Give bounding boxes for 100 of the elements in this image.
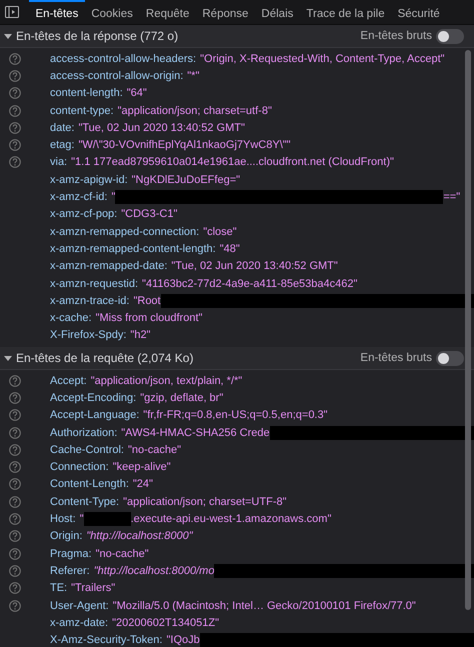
header-name: Connection:: [50, 461, 109, 474]
section-title: En-têtes de la réponse (772 o): [16, 29, 180, 43]
raw-headers-toggle[interactable]: [436, 28, 464, 44]
help-icon[interactable]: [9, 392, 21, 404]
help-icon[interactable]: [9, 87, 21, 100]
raw-headers-label: En-têtes bruts: [360, 352, 432, 364]
header-value: "gzip, deflate, br": [140, 392, 224, 404]
header-value: "48": [220, 242, 240, 255]
section-header[interactable]: En-têtes de la requête (2,074 Ko) En-têtes bruts: [0, 347, 474, 370]
header-name: x-amz-apigw-id:: [50, 174, 128, 186]
header-value: "http://localhost:8000/mo: [94, 564, 214, 577]
scrollbar[interactable]: [465, 50, 471, 610]
help-icon[interactable]: [9, 374, 21, 387]
header-value: "application/json, text/plain, */*": [90, 374, 242, 387]
help-icon[interactable]: [9, 564, 21, 577]
header-value: "*": [187, 70, 200, 82]
triangle-icon[interactable]: [4, 354, 12, 362]
header-name: x-amz-cf-id:: [50, 191, 108, 204]
header-value: "Miss from cloudfront": [96, 312, 202, 324]
help-icon[interactable]: [9, 104, 21, 117]
help-icon[interactable]: [9, 600, 21, 612]
header-name: etag:: [50, 139, 74, 152]
header-name: Cache-Control:: [50, 444, 124, 456]
header-value: "Root: [133, 294, 161, 307]
header-value: "41163bc2-77d2-4a9e-a411-85e53ba4c462": [142, 278, 358, 290]
tab[interactable]: Sécurité: [391, 0, 446, 24]
header-value: "Origin, X-Requested-With, Content-Type, Accept": [200, 52, 445, 65]
header-value: "Tue, 02 Jun 2020 13:40:52 GMT": [78, 122, 245, 134]
raw-headers-toggle[interactable]: [436, 350, 464, 366]
section-header[interactable]: En-têtes de la réponse (772 o) En-têtes bruts: [0, 25, 474, 48]
header-value: "1.1 177ead87959610a014e1961ae....cloudfront.net (CloudFront)": [71, 156, 394, 168]
tab[interactable]: Réponse: [196, 0, 255, 24]
header-value: "24": [132, 478, 153, 490]
header-value: "http://localhost:8000": [86, 530, 193, 542]
header-value: "no-cache": [96, 548, 149, 560]
header-value: ": [111, 191, 116, 204]
header-name: content-length:: [50, 87, 123, 100]
header-value: "fr,fr-FR;q=0.8,en-US;q=0.5,en;q=0.3": [143, 409, 328, 422]
help-icon[interactable]: [9, 156, 21, 168]
header-name: x-amzn-trace-id:: [50, 294, 130, 307]
header-value: "AWS4-HMAC-SHA256 Crede: [121, 426, 270, 439]
tab[interactable]: Trace de la pile: [300, 0, 392, 24]
header-name: Pragma:: [50, 548, 92, 560]
header-value: "Tue, 02 Jun 2020 13:40:52 GMT": [171, 260, 338, 272]
tab[interactable]: Cookies: [84, 0, 140, 24]
help-icon[interactable]: [9, 461, 21, 474]
header-value: "close": [203, 226, 237, 238]
header-value: "h2": [130, 329, 150, 342]
help-icon[interactable]: [9, 496, 21, 508]
help-icon[interactable]: [9, 530, 21, 542]
help-icon[interactable]: [9, 70, 21, 82]
header-name: Accept:: [50, 374, 87, 387]
header-name: Content-Length:: [50, 478, 129, 490]
help-icon[interactable]: [9, 426, 21, 439]
header-value: ": [80, 513, 84, 526]
header-value: "W/\"30-VOvnifhEplYqAl1nkaoGj7YwC8Y\"": [78, 139, 291, 152]
header-name: X-Amz-Security-Token:: [50, 634, 162, 646]
tab[interactable]: Requête: [139, 0, 196, 24]
header-value: ==": [443, 191, 460, 204]
header-name: Content-Type:: [50, 496, 120, 508]
help-icon[interactable]: [9, 548, 21, 560]
tab[interactable]: Délais: [254, 0, 300, 24]
header-name: x-cache:: [50, 312, 92, 324]
header-value: "NgKDlEJuDoEFfeg=": [132, 174, 240, 186]
header-name: Origin:: [50, 530, 82, 542]
triangle-icon[interactable]: [4, 32, 12, 40]
header-value: "CDG3-C1": [121, 208, 178, 220]
header-name: Accept-Encoding:: [50, 392, 136, 404]
help-icon[interactable]: [9, 139, 21, 152]
header-name: content-type:: [50, 104, 114, 117]
header-value: "keep-alive": [112, 461, 171, 474]
help-icon[interactable]: [9, 444, 21, 456]
section-title: En-têtes de la requête (2,074 Ko): [16, 351, 194, 366]
header-name: access-control-allow-headers:: [50, 52, 196, 65]
help-icon[interactable]: [9, 513, 21, 526]
header-value: "20200602T134051Z": [112, 616, 219, 629]
header-name: x-amzn-remapped-connection:: [50, 226, 200, 238]
header-value: "64": [126, 87, 147, 100]
header-value: "IQoJb: [166, 634, 200, 646]
header-value: "Mozilla/5.0 (Macintosh; Intel… Gecko/20100101 Firefox/77.0": [112, 600, 416, 612]
header-value: "application/json; charset=utf-8": [118, 104, 272, 117]
header-name: date:: [50, 122, 74, 134]
header-value: .execute-api.eu-west-1.amazonaws.com": [130, 513, 332, 526]
redaction-bar: [84, 512, 131, 526]
header-value: "application/json; charset=UTF-8": [123, 496, 287, 508]
header-name: X-Firefox-Spdy:: [50, 329, 126, 342]
help-icon[interactable]: [9, 122, 21, 134]
header-name: User-Agent:: [50, 600, 109, 612]
help-icon[interactable]: [9, 52, 21, 65]
header-name: Authorization:: [50, 426, 118, 439]
header-value: "Trailers": [71, 582, 116, 594]
header-name: access-control-allow-origin:: [50, 70, 184, 82]
header-name: x-amzn-remapped-content-length:: [50, 242, 216, 255]
sidebar-toggle-icon[interactable]: [5, 6, 19, 18]
help-icon[interactable]: [9, 478, 21, 490]
help-icon[interactable]: [9, 409, 21, 422]
header-name: TE:: [50, 582, 68, 594]
help-icon[interactable]: [9, 582, 21, 594]
header-name: x-amz-date:: [50, 616, 108, 629]
header-name: via:: [50, 156, 68, 168]
